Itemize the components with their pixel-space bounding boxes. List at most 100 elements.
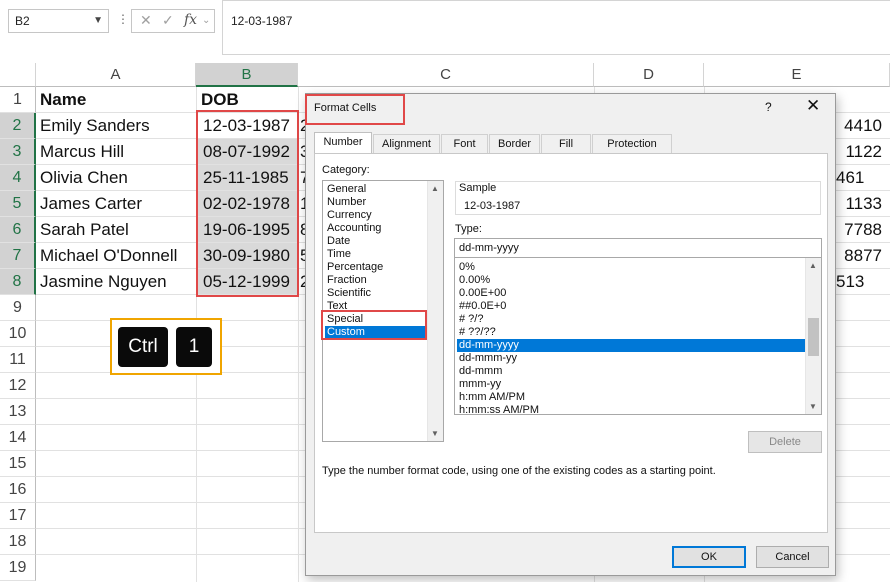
row-header[interactable]: 17: [0, 503, 36, 529]
chevron-down-icon[interactable]: ▼: [809, 402, 817, 411]
format-item[interactable]: dd-mmm-yy: [459, 352, 517, 365]
column-header-b[interactable]: B: [196, 63, 298, 87]
chevron-up-icon[interactable]: ▲: [431, 184, 439, 193]
format-item[interactable]: 0%: [459, 261, 475, 274]
row-header[interactable]: 5: [0, 191, 36, 217]
insert-function-icon[interactable]: fx: [184, 12, 197, 28]
category-label: Category:: [322, 164, 370, 176]
row-header[interactable]: 15: [0, 451, 36, 477]
category-item[interactable]: Currency: [327, 209, 372, 222]
type-input[interactable]: dd-mm-yyyy: [454, 238, 822, 258]
row-header[interactable]: 6: [0, 217, 36, 243]
formula-buttons: ✕ ✓ fx ⌄: [131, 9, 215, 33]
chevron-down-icon[interactable]: ⌄: [202, 15, 210, 26]
column-header-e[interactable]: E: [704, 63, 890, 87]
row-header[interactable]: 9: [0, 295, 36, 321]
column-header-a[interactable]: A: [36, 63, 196, 87]
cell-name[interactable]: James Carter: [36, 191, 196, 217]
category-item[interactable]: Time: [327, 248, 351, 261]
category-item[interactable]: Percentage: [327, 261, 383, 274]
category-scrollbar[interactable]: ▲ ▼: [427, 181, 443, 441]
format-item[interactable]: # ?/?: [459, 313, 483, 326]
row-header[interactable]: 3: [0, 139, 36, 165]
row-header[interactable]: 19: [0, 555, 36, 581]
cell-name[interactable]: Olivia Chen: [36, 165, 196, 191]
row-header[interactable]: 10: [0, 321, 36, 347]
column-header-d[interactable]: D: [594, 63, 704, 87]
row-header[interactable]: 18: [0, 529, 36, 555]
tab-alignment[interactable]: Alignment: [373, 134, 440, 153]
category-item[interactable]: Fraction: [327, 274, 367, 287]
row-header[interactable]: 11: [0, 347, 36, 373]
help-icon[interactable]: ?: [765, 100, 772, 114]
close-icon[interactable]: ✕: [806, 96, 820, 116]
cell-e[interactable]: 7788: [836, 217, 890, 243]
cell-e[interactable]: 1133: [836, 191, 890, 217]
row-header[interactable]: 13: [0, 399, 36, 425]
tab-font[interactable]: Font: [441, 134, 488, 153]
scroll-thumb[interactable]: [808, 318, 819, 356]
column-header-c[interactable]: C: [298, 63, 594, 87]
cancel-button[interactable]: Cancel: [756, 546, 829, 568]
format-scrollbar[interactable]: ▲ ▼: [805, 258, 821, 414]
row-header[interactable]: 1: [0, 87, 36, 113]
chevron-down-icon[interactable]: ▼: [93, 10, 103, 32]
category-item[interactable]: Scientific: [327, 287, 371, 300]
cell-e[interactable]: 461: [836, 165, 890, 191]
format-description: Type the number format code, using one o…: [322, 465, 716, 477]
chevron-down-icon[interactable]: ▼: [431, 429, 439, 438]
format-item-selected[interactable]: dd-mm-yyyy: [457, 339, 807, 352]
cancel-icon[interactable]: ✕: [140, 12, 152, 29]
format-item[interactable]: dd-mmm: [459, 365, 502, 378]
row-header[interactable]: 16: [0, 477, 36, 503]
row-header[interactable]: 14: [0, 425, 36, 451]
row-header[interactable]: 7: [0, 243, 36, 269]
cell-name[interactable]: Michael O'Donnell: [36, 243, 196, 269]
cell-e[interactable]: 1122: [836, 139, 890, 165]
cell-name[interactable]: Emily Sanders: [36, 113, 196, 139]
category-item[interactable]: Date: [327, 235, 350, 248]
number-tab-panel: Category: General Number Currency Accoun…: [314, 153, 828, 533]
sample-label: Sample: [459, 182, 497, 194]
cell-name[interactable]: Jasmine Nguyen: [36, 269, 196, 295]
format-item[interactable]: 0.00E+00: [459, 287, 506, 300]
type-input-value: dd-mm-yyyy: [459, 242, 519, 254]
highlight-dialog-title: [305, 94, 405, 125]
sample-value: 12-03-1987: [464, 200, 521, 212]
cell-e[interactable]: 8877: [836, 243, 890, 269]
format-list[interactable]: 0% 0.00% 0.00E+00 ##0.0E+0 # ?/? # ??/??…: [454, 258, 822, 415]
select-all-corner[interactable]: [0, 63, 36, 87]
row-header[interactable]: 12: [0, 373, 36, 399]
tab-fill[interactable]: Fill: [541, 134, 591, 153]
cell-a1[interactable]: Name: [36, 87, 196, 113]
format-item[interactable]: h:mm:ss AM/PM: [459, 404, 539, 414]
row-header[interactable]: 8: [0, 269, 36, 295]
format-item[interactable]: ##0.0E+0: [459, 300, 506, 313]
category-item[interactable]: Number: [327, 196, 366, 209]
more-options-icon[interactable]: ⋮: [117, 12, 129, 26]
formula-input[interactable]: 12-03-1987: [222, 0, 890, 55]
format-item[interactable]: h:mm AM/PM: [459, 391, 525, 404]
tab-border[interactable]: Border: [489, 134, 540, 153]
one-key: 1: [176, 327, 212, 367]
name-box[interactable]: B2 ▼: [8, 9, 109, 33]
ok-button[interactable]: OK: [672, 546, 746, 568]
cell-e[interactable]: 513: [836, 269, 890, 295]
cell-name[interactable]: Sarah Patel: [36, 217, 196, 243]
cell-name[interactable]: Marcus Hill: [36, 139, 196, 165]
row-header[interactable]: 4: [0, 165, 36, 191]
enter-icon[interactable]: ✓: [162, 12, 174, 29]
delete-button[interactable]: Delete: [748, 431, 822, 453]
row-header[interactable]: 2: [0, 113, 36, 139]
format-item[interactable]: mmm-yy: [459, 378, 501, 391]
format-item[interactable]: 0.00%: [459, 274, 490, 287]
cell-e[interactable]: 4410: [836, 113, 890, 139]
category-item[interactable]: Accounting: [327, 222, 381, 235]
format-item[interactable]: # ??/??: [459, 326, 496, 339]
chevron-up-icon[interactable]: ▲: [809, 261, 817, 270]
tab-number[interactable]: Number: [314, 132, 372, 154]
highlight-custom-category: [321, 310, 427, 340]
category-item[interactable]: General: [327, 183, 366, 196]
tab-protection[interactable]: Protection: [592, 134, 672, 153]
highlight-dob-range: [196, 110, 299, 297]
